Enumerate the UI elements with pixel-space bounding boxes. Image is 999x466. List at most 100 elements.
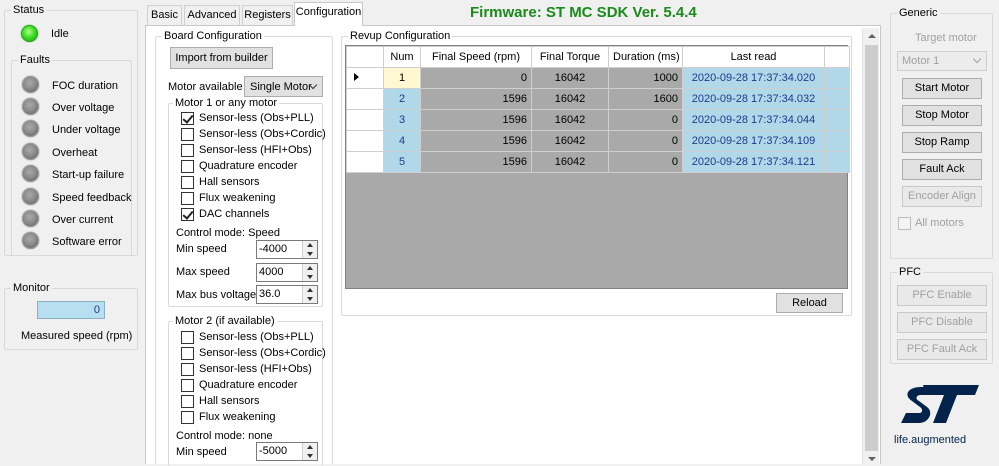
fault-label: Over current — [52, 214, 114, 226]
column-header[interactable]: Final Torque — [531, 46, 609, 68]
stop-motor-button[interactable]: Stop Motor — [902, 105, 982, 126]
table-cell[interactable]: 16042 — [531, 109, 609, 131]
table-cell[interactable]: 4 — [383, 130, 421, 152]
row-header[interactable] — [346, 130, 384, 152]
motor1-obs-cordic-checkbox[interactable] — [181, 128, 194, 141]
table-cell[interactable]: 0 — [608, 130, 683, 152]
fault-led-icon — [22, 232, 39, 249]
fault-led-icon — [22, 143, 39, 160]
spin-value: -5000 — [259, 445, 288, 457]
st-tagline: life.augmented — [894, 434, 967, 446]
table-cell[interactable]: 5 — [383, 151, 421, 173]
table-cell[interactable]: 1600 — [608, 88, 683, 110]
table-cell[interactable]: 16042 — [531, 151, 609, 173]
pfc-fault-ack-button[interactable]: PFC Fault Ack — [897, 339, 987, 360]
all-motors-checkbox[interactable] — [898, 217, 911, 230]
column-header[interactable]: Duration (ms) — [608, 46, 683, 68]
motor-available-value: Single Motor — [250, 81, 312, 93]
motor2-hall-checkbox[interactable] — [181, 395, 194, 408]
firmware-title: Firmware: ST MC SDK Ver. 5.4.4 — [470, 4, 697, 21]
motor2-obs-pll-checkbox[interactable] — [181, 331, 194, 344]
table-cell-filler — [824, 67, 850, 89]
table-cell[interactable]: 3 — [383, 109, 421, 131]
column-header[interactable]: Final Speed (rpm) — [420, 46, 532, 68]
spin-value: -4000 — [259, 243, 288, 255]
target-motor-select[interactable]: Motor 1 — [897, 51, 987, 71]
motor1-obs-pll-checkbox[interactable] — [181, 112, 194, 125]
monitor-group: Monitor 0 Measured speed (rpm) — [4, 282, 138, 350]
column-header[interactable]: Last read — [682, 46, 825, 68]
table-cell[interactable]: 16042 — [531, 67, 609, 89]
fault-led-icon — [22, 76, 39, 93]
fault-led-icon — [22, 98, 39, 115]
motor2-obs-cordic-checkbox[interactable] — [181, 347, 194, 360]
table-cell: 2020-09-28 17:37:34.032 — [682, 88, 825, 110]
motor2-quadrature-checkbox[interactable] — [181, 379, 194, 392]
tab-registers[interactable]: Registers — [242, 5, 293, 25]
spin-arrows-icon[interactable] — [302, 241, 317, 258]
table-row[interactable]: 1 0 16042 1000 2020-09-28 17:37:34.020 — [346, 67, 850, 89]
table-cell[interactable]: 1 — [383, 67, 421, 89]
column-header-filler — [824, 46, 850, 68]
table-cell[interactable]: 1596 — [420, 88, 532, 110]
reload-button[interactable]: Reload — [776, 293, 843, 313]
motor1-max-bus-input[interactable]: 36.0 — [256, 285, 318, 304]
tab-basic[interactable]: Basic — [147, 5, 182, 25]
option-label: Sensor-less (Obs+PLL) — [199, 331, 314, 343]
motor1-min-speed-input[interactable]: -4000 — [256, 240, 318, 259]
motor1-group: Motor 1 or any motor Sensor-less (Obs+PL… — [168, 97, 326, 307]
motor2-hfi-obs-checkbox[interactable] — [181, 363, 194, 376]
spin-arrows-icon[interactable] — [302, 264, 317, 281]
import-from-builder-button[interactable]: Import from builder — [170, 47, 273, 69]
spin-arrows-icon[interactable] — [302, 286, 317, 303]
tab-advanced[interactable]: Advanced — [184, 5, 240, 25]
column-header[interactable]: Num — [383, 46, 421, 68]
spin-arrows-icon[interactable] — [302, 443, 317, 460]
table-row[interactable]: 5 1596 16042 0 2020-09-28 17:37:34.121 — [346, 151, 850, 173]
stop-ramp-button[interactable]: Stop Ramp — [902, 132, 982, 153]
table-row[interactable]: 3 1596 16042 0 2020-09-28 17:37:34.044 — [346, 109, 850, 131]
scroll-down-icon[interactable] — [868, 457, 876, 461]
table-cell[interactable]: 16042 — [531, 88, 609, 110]
start-motor-button[interactable]: Start Motor — [902, 78, 982, 99]
option-label: Sensor-less (Obs+Cordic) — [199, 347, 326, 359]
motor2-flux-checkbox[interactable] — [181, 411, 194, 424]
table-cell[interactable]: 2 — [383, 88, 421, 110]
motor1-hall-checkbox[interactable] — [181, 176, 194, 189]
table-header-row: Num Final Speed (rpm) Final Torque Durat… — [346, 46, 850, 68]
tab-configuration[interactable]: Configuration — [294, 2, 363, 26]
motor2-min-speed-input[interactable]: -5000 — [256, 442, 318, 461]
table-cell[interactable]: 0 — [420, 67, 532, 89]
motor1-dac-checkbox[interactable] — [181, 208, 194, 221]
table-cell[interactable]: 0 — [608, 109, 683, 131]
row-header[interactable] — [346, 151, 384, 173]
option-label: Sensor-less (Obs+PLL) — [199, 112, 314, 124]
table-cell[interactable]: 0 — [608, 151, 683, 173]
motor1-hfi-obs-checkbox[interactable] — [181, 144, 194, 157]
option-label: Flux weakening — [199, 411, 276, 423]
motor1-max-speed-label: Max speed — [176, 266, 230, 278]
row-header-corner — [346, 46, 384, 68]
motor-available-select[interactable]: Single Motor — [244, 76, 323, 97]
scroll-up-icon[interactable] — [868, 34, 876, 38]
table-cell[interactable]: 1000 — [608, 67, 683, 89]
fault-ack-button[interactable]: Fault Ack — [902, 159, 982, 180]
motor1-flux-checkbox[interactable] — [181, 192, 194, 205]
row-header[interactable] — [346, 88, 384, 110]
faults-title: Faults — [18, 54, 52, 67]
pfc-enable-button[interactable]: PFC Enable — [897, 285, 987, 306]
motor1-quadrature-checkbox[interactable] — [181, 160, 194, 173]
table-row[interactable]: 4 1596 16042 0 2020-09-28 17:37:34.109 — [346, 130, 850, 152]
scrollbar-thumb[interactable] — [865, 45, 878, 451]
table-cell[interactable]: 16042 — [531, 130, 609, 152]
table-cell[interactable]: 1596 — [420, 109, 532, 131]
encoder-align-button[interactable]: Encoder Align — [902, 186, 982, 207]
table-cell[interactable]: 1596 — [420, 151, 532, 173]
table-row[interactable]: 2 1596 16042 1600 2020-09-28 17:37:34.03… — [346, 88, 850, 110]
pfc-disable-button[interactable]: PFC Disable — [897, 312, 987, 333]
row-header[interactable] — [346, 109, 384, 131]
motor1-max-speed-input[interactable]: 4000 — [256, 263, 318, 282]
status-state-label: Idle — [51, 28, 69, 40]
table-cell[interactable]: 1596 — [420, 130, 532, 152]
panel-scrollbar[interactable] — [862, 28, 879, 464]
